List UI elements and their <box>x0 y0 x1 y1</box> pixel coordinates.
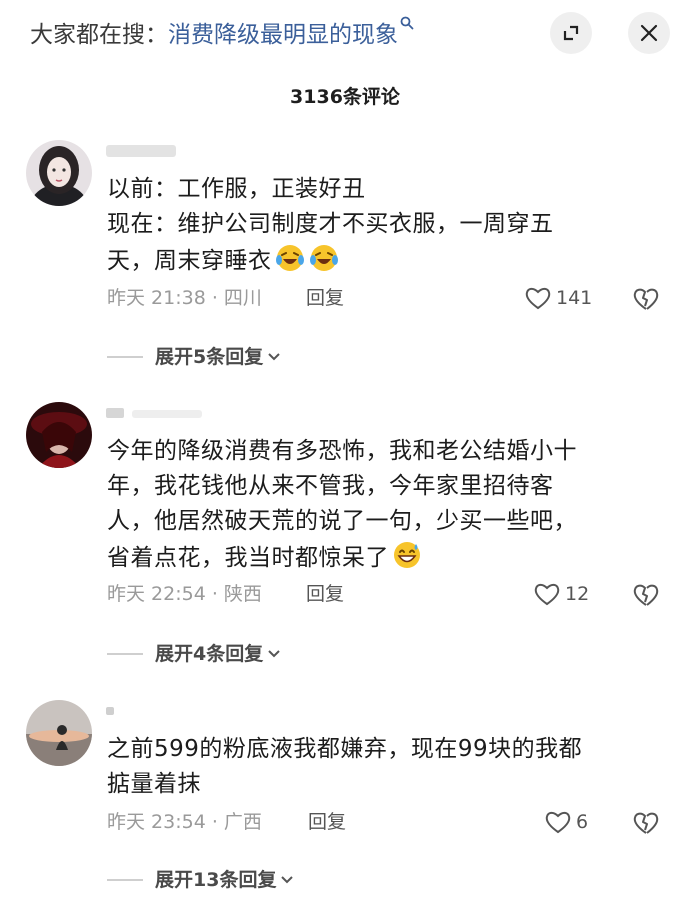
comment-text-line: 人，他居然破天荒的说了一句，少买一些吧， <box>107 508 577 534</box>
timestamp-location: 昨天 22:54 · 陕西 <box>107 583 262 605</box>
comment-count: 3136条评论 <box>290 86 400 108</box>
divider <box>107 879 143 881</box>
heart-icon <box>545 811 571 834</box>
comment-text: 今年的降级消费有多恐怖，我和老公结婚小十 年，我花钱他从来不管我，今年家里招待客… <box>107 434 655 576</box>
expand-replies-label: 展开13条回复 <box>155 869 277 891</box>
avatar[interactable] <box>26 140 92 206</box>
expand-window-button[interactable] <box>550 12 592 54</box>
chevron-down-icon <box>281 876 294 884</box>
reply-button[interactable]: 回复 <box>306 581 344 607</box>
expand-replies-button[interactable]: 展开4条回复 <box>107 641 281 667</box>
reply-button[interactable]: 回复 <box>308 809 346 835</box>
expand-replies-button[interactable]: 展开5条回复 <box>107 344 281 370</box>
sweat-smile-emoji <box>394 542 420 568</box>
comment-text-line: 今年的降级消费有多恐怖，我和老公结婚小十 <box>107 438 577 464</box>
timestamp-location: 昨天 21:38 · 四川 <box>107 287 262 309</box>
chevron-down-icon <box>268 353 280 361</box>
close-button[interactable] <box>628 12 670 54</box>
comment-text: 之前599的粉底液我都嫌弃，现在99块的我都 掂量着抹 <box>107 732 655 802</box>
broken-heart-icon[interactable] <box>632 809 660 837</box>
broken-heart-icon[interactable] <box>632 581 660 609</box>
divider <box>107 653 143 655</box>
avatar[interactable] <box>26 402 92 468</box>
like-count: 12 <box>565 583 590 605</box>
expand-replies-button[interactable]: 展开13条回复 <box>107 867 294 893</box>
like-button[interactable]: 12 <box>533 581 589 607</box>
close-icon <box>640 24 658 42</box>
like-button[interactable]: 141 <box>524 285 592 311</box>
comment-text: 以前：工作服，正装好丑 现在：维护公司制度才不买衣服，一周穿五 天，周末穿睡衣 <box>107 172 655 279</box>
like-count: 141 <box>556 287 593 309</box>
search-prefix: 大家都在搜： <box>30 22 168 48</box>
comment-text-line: 年，我花钱他从来不管我，今年家里招待客 <box>107 473 554 499</box>
username[interactable] <box>106 142 178 160</box>
top-bar: 大家都在搜：消费降级最明显的现象 <box>0 0 690 72</box>
comment-text-line: 掂量着抹 <box>107 771 201 797</box>
comment-text-line: 之前599的粉底液我都嫌弃，现在99块的我都 <box>107 736 583 762</box>
comment-text-line: 省着点花，我当时都惊呆了 <box>107 539 655 576</box>
username[interactable] <box>106 702 126 720</box>
like-count: 6 <box>576 811 589 833</box>
username[interactable] <box>106 404 206 422</box>
laughing-tears-emoji <box>309 245 338 271</box>
expand-window-icon <box>563 25 579 41</box>
timestamp-location: 昨天 23:54 · 广西 <box>107 811 262 833</box>
laughing-tears-emoji <box>275 245 304 271</box>
comment-text-line: 以前：工作服，正装好丑 <box>107 176 366 202</box>
comment-text-line: 天，周末穿睡衣 <box>107 242 655 279</box>
search-suggestion[interactable]: 大家都在搜：消费降级最明显的现象 <box>30 16 414 52</box>
reply-button[interactable]: 回复 <box>306 285 344 311</box>
broken-heart-icon[interactable] <box>632 285 660 313</box>
heart-icon <box>534 583 560 606</box>
like-button[interactable]: 6 <box>544 809 588 835</box>
search-icon <box>400 16 414 30</box>
avatar[interactable] <box>26 700 92 766</box>
expand-replies-label: 展开4条回复 <box>155 643 264 665</box>
chevron-down-icon <box>268 650 280 658</box>
comment-text-line: 现在：维护公司制度才不买衣服，一周穿五 <box>107 211 554 237</box>
search-query-link[interactable]: 消费降级最明显的现象 <box>168 22 398 48</box>
expand-replies-label: 展开5条回复 <box>155 346 264 368</box>
divider <box>107 356 143 358</box>
heart-icon <box>525 287 551 310</box>
